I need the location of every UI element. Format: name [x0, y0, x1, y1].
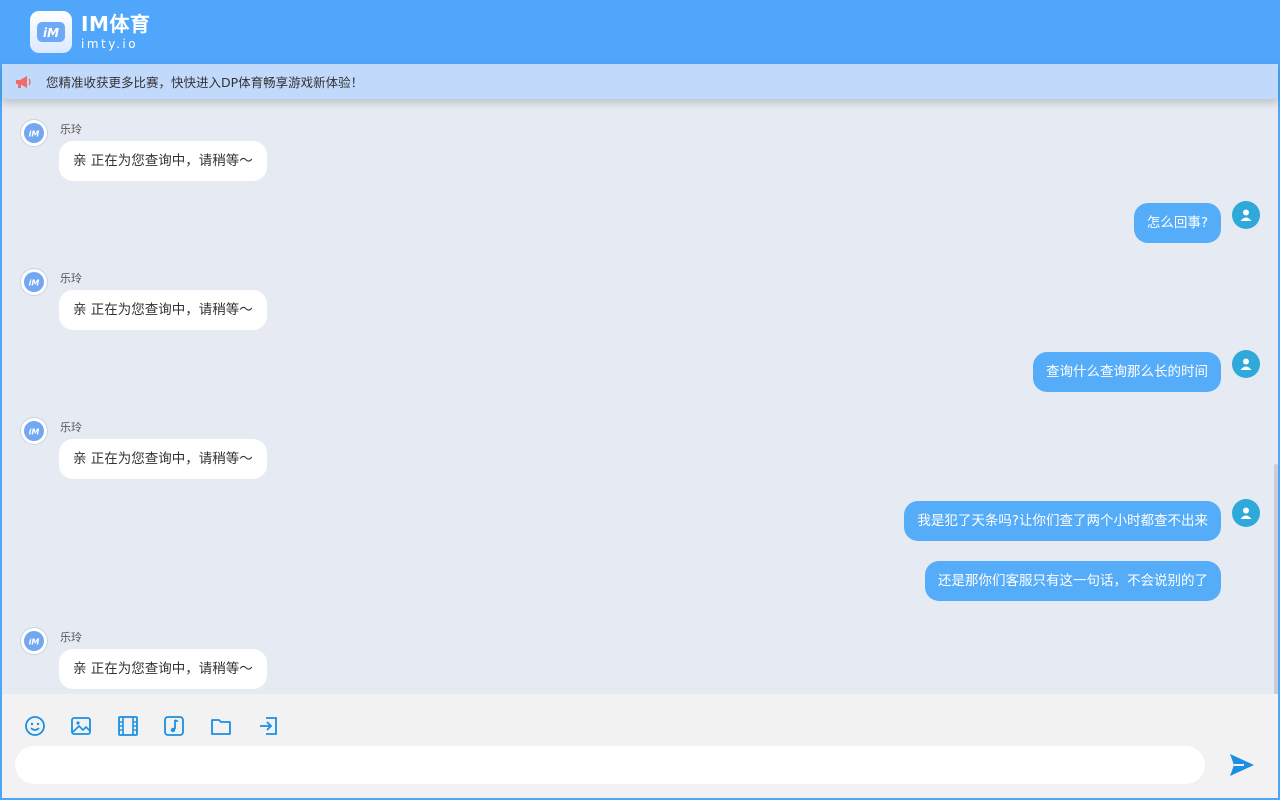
composer [2, 694, 1278, 798]
send-icon[interactable] [1228, 752, 1256, 778]
svg-text:iM: iM [43, 26, 59, 40]
message-bubble: 亲 正在为您查询中，请稍等～ [59, 649, 267, 689]
brand-logo: iM [30, 11, 72, 53]
svg-text:iM: iM [29, 428, 40, 437]
image-icon[interactable] [69, 714, 93, 738]
agent-avatar: iM [20, 627, 48, 655]
user-avatar [1232, 499, 1260, 527]
svg-text:iM: iM [29, 279, 40, 288]
user-icon [1240, 507, 1252, 519]
video-icon[interactable] [116, 714, 140, 738]
message-bubble: 查询什么查询那么长的时间 [1033, 352, 1221, 392]
logo-icon: iM [37, 22, 65, 42]
message-bubble: 亲 正在为您查询中，请稍等～ [59, 141, 267, 181]
notice-bar: 您精准收获更多比赛，快快进入DP体育畅享游戏新体验！ [2, 64, 1278, 99]
brand-domain: imty.io [81, 37, 139, 51]
sender-name: 乐玲 [60, 123, 82, 136]
brand-name: IM体育 [81, 12, 151, 36]
message-bubble: 亲 正在为您查询中，请稍等～ [59, 439, 267, 479]
user-avatar [1232, 350, 1260, 378]
emoji-icon[interactable] [23, 714, 47, 738]
sender-name: 乐玲 [60, 421, 82, 434]
message-bubble: 还是那你们客服只有这一句话，不会说别的了 [925, 561, 1221, 601]
header-bar: iM IM体育 imty.io [2, 0, 1278, 64]
sender-name: 乐玲 [60, 272, 82, 285]
user-avatar [1232, 201, 1260, 229]
agent-avatar: iM [20, 268, 48, 296]
user-icon [1240, 209, 1252, 221]
sender-name: 乐玲 [60, 631, 82, 644]
music-icon[interactable] [162, 714, 186, 738]
svg-text:iM: iM [29, 638, 40, 647]
agent-avatar: iM [20, 417, 48, 445]
brand: IM体育 imty.io [81, 14, 150, 50]
svg-text:iM: iM [29, 130, 40, 139]
user-icon [1240, 358, 1252, 370]
message-bubble: 我是犯了天条吗?让你们查了两个小时都查不出来 [904, 501, 1221, 541]
message-bubble: 怎么回事? [1133, 203, 1221, 243]
scrollbar-thumb[interactable] [1274, 464, 1278, 694]
notice-text: 您精准收获更多比赛，快快进入DP体育畅享游戏新体验！ [46, 75, 364, 90]
folder-icon[interactable] [209, 714, 233, 738]
megaphone-icon [14, 74, 34, 90]
message-list[interactable]: iM 乐玲 亲 正在为您查询中，请稍等～ 怎么回事? iM 乐玲 亲 正在为您查… [2, 99, 1278, 694]
agent-avatar: iM [20, 119, 48, 147]
exit-icon[interactable] [256, 714, 280, 738]
message-bubble: 亲 正在为您查询中，请稍等～ [59, 290, 267, 330]
message-input[interactable] [15, 746, 1205, 784]
chat-window: iM IM体育 imty.io 您精准收获更多比赛，快快进入DP体育畅享游戏新体… [0, 0, 1280, 800]
